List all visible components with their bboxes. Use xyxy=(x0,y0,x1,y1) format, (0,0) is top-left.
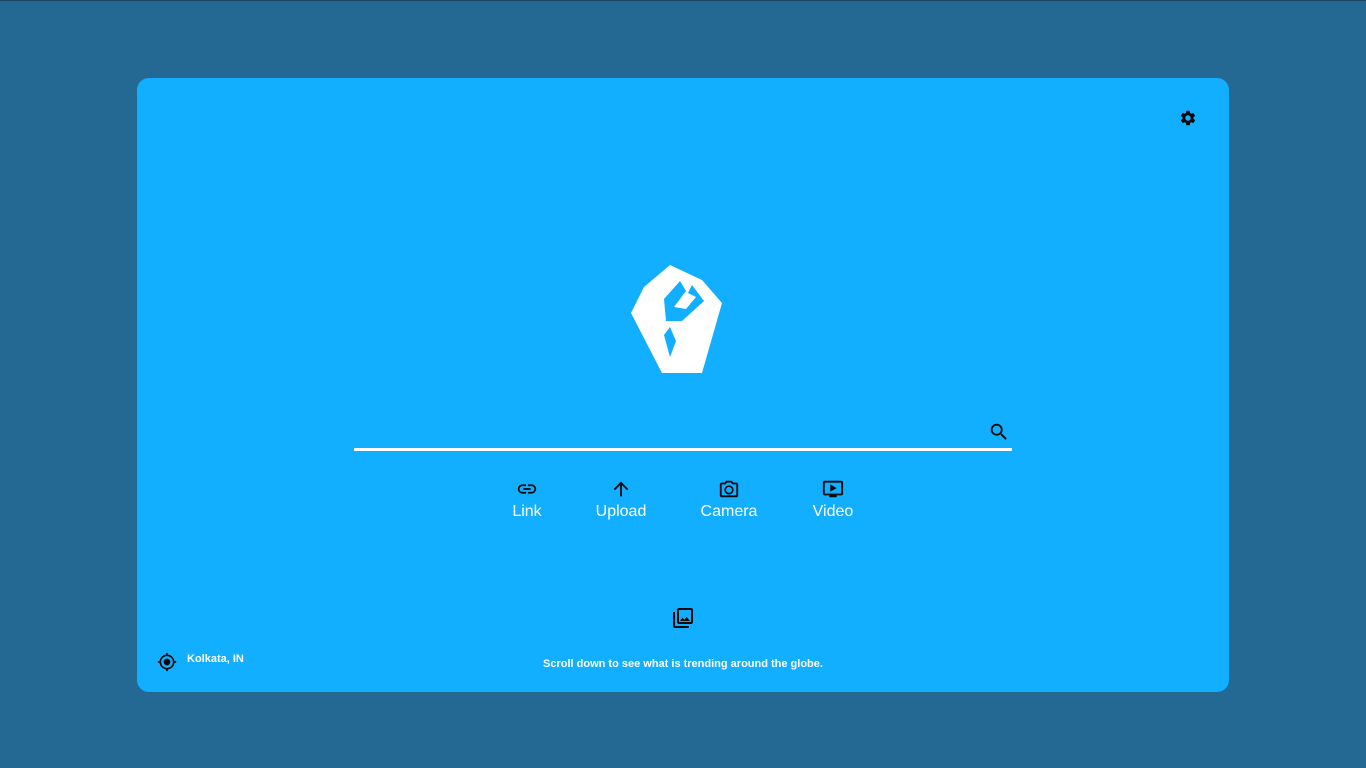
search-input[interactable] xyxy=(354,416,974,450)
video-label: Video xyxy=(812,503,854,520)
settings-button[interactable] xyxy=(1179,109,1197,127)
upload-label: Upload xyxy=(595,503,647,520)
camera-label: Camera xyxy=(700,503,758,520)
camera-button[interactable]: Camera xyxy=(697,478,761,526)
link-button[interactable]: Link xyxy=(507,478,547,526)
search-bar xyxy=(354,416,1012,452)
link-icon xyxy=(515,478,539,500)
arrow-up-icon xyxy=(609,478,633,500)
upload-button[interactable]: Upload xyxy=(591,478,651,526)
image-gallery-icon xyxy=(671,606,695,630)
upload-options: Link Upload Camera Video xyxy=(137,478,1229,526)
search-icon xyxy=(988,421,1010,443)
video-icon xyxy=(821,478,845,500)
search-underline xyxy=(354,448,1012,451)
camera-icon xyxy=(717,478,741,500)
gear-icon xyxy=(1179,109,1197,127)
top-border xyxy=(0,0,1366,1)
link-label: Link xyxy=(512,503,542,520)
app-logo xyxy=(630,265,722,375)
search-button[interactable] xyxy=(988,421,1010,443)
trending-hint: Scroll down to see what is trending arou… xyxy=(543,658,823,670)
gallery-button[interactable] xyxy=(671,606,695,630)
video-button[interactable]: Video xyxy=(807,478,859,526)
main-card: Link Upload Camera Video Kolkata, IN Scr… xyxy=(137,78,1229,692)
